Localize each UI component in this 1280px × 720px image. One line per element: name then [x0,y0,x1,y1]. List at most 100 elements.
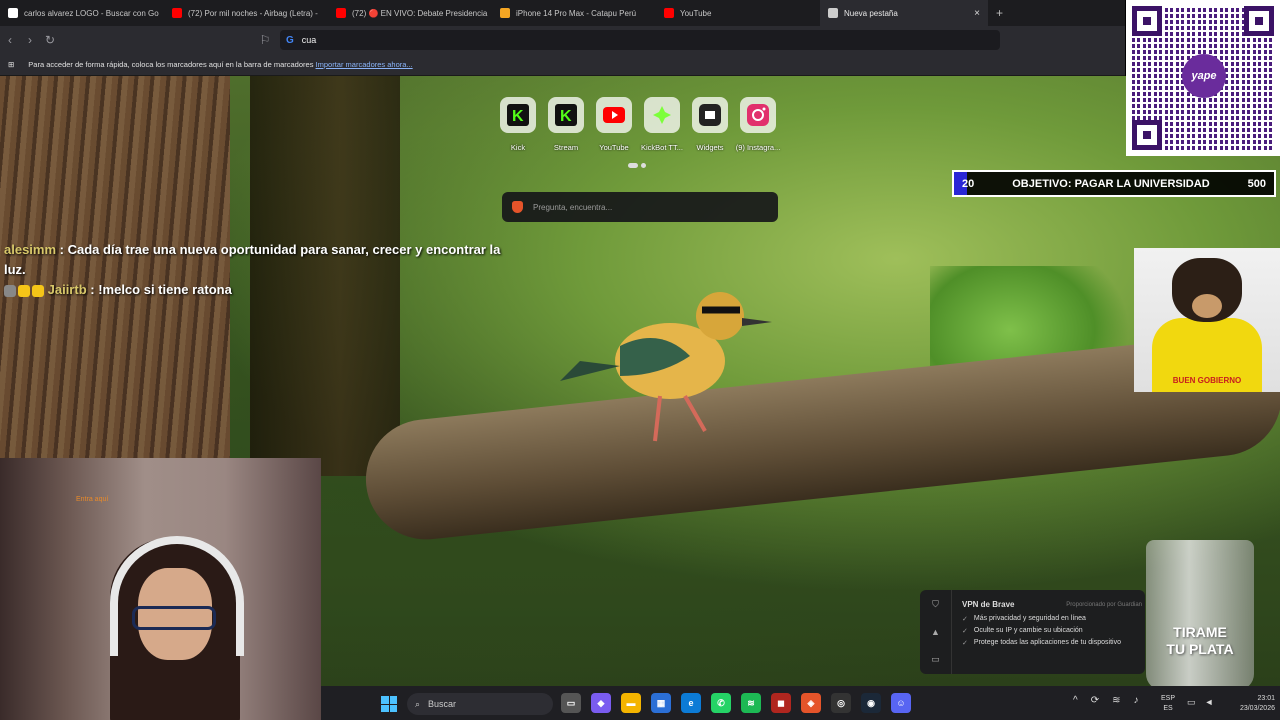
tab-title: YouTube [680,8,712,18]
shortcut-stream[interactable]: K Stream [546,97,586,152]
brave-taskbar-icon[interactable]: ◈ [801,693,821,713]
close-icon[interactable]: × [974,8,980,19]
sync-icon[interactable]: ⟳ [1091,695,1099,706]
youtube-icon [172,8,182,18]
vpn-feature: Más privacidad y seguridad en línea [962,615,1142,623]
tab-item[interactable]: YouTube [656,0,820,26]
steam-icon[interactable]: ◉ [861,693,881,713]
new-tab-button[interactable]: + [988,6,1011,20]
youtube-icon-tile [596,97,632,133]
import-bookmarks-link[interactable]: Importar marcadores ahora... [316,60,413,69]
windows-taskbar: ⌕ Buscar ▭ ◆ ▬ ▦ e ✆ ≋ ◼ ◈ ◎ ◉ ☺ ^ ⟳ ≋ ♪… [321,686,1280,720]
bookmarks-message: Para acceder de forma rápida, coloca los… [28,60,314,69]
back-icon[interactable]: ‹ [0,33,20,47]
monitor-icon: ▭ [1187,697,1196,707]
webcam-feed: Entra aquí [0,458,321,720]
youtube-icon [664,8,674,18]
address-bar[interactable]: G cua [280,30,1000,50]
language-indicator[interactable]: ESP ES [1161,694,1175,714]
bookmark-icon[interactable]: ⚐ [255,33,275,47]
instagram-icon-tile [740,97,776,133]
shortcut-label: KickBot TT... [641,143,683,152]
vpn-content: VPN de Brave Proporcionado por Guardian … [962,600,1142,651]
shield-icon [828,8,838,18]
yape-logo-icon: yape [1182,54,1226,98]
tab-title: carlos alvarez LOGO - Buscar con Go [24,8,159,18]
taskbar-search-label: Buscar [428,699,457,709]
file-explorer-icon[interactable]: ▬ [621,693,641,713]
microphone-icon[interactable]: ♪ [1133,695,1138,706]
clock[interactable]: 23:01 23/03/2026 [1225,694,1275,714]
taskbar-search[interactable]: ⌕ Buscar [407,693,553,715]
wallet-icon[interactable]: ▭ [931,654,940,665]
pager-dot[interactable] [641,163,646,168]
ask-placeholder: Pregunta, encuentra... [533,202,613,212]
pager-dot[interactable] [628,163,638,168]
chevron-up-icon[interactable]: ^ [1073,695,1078,706]
svg-text:K: K [512,108,524,125]
widgets-icon-tile [692,97,728,133]
chat-username: alesimm [4,242,57,257]
vpn-feature: Protege todas las aplicaciones de tu dis… [962,639,1142,647]
tab-item[interactable]: (72) 🔴 EN VIVO: Debate Presidencia [328,0,492,26]
chat-message: alesimm : Cada día trae una nueva oportu… [4,240,504,280]
dog-shirt-text: BUEN GOBIERNO [1172,376,1242,385]
obs-icon[interactable]: ◎ [831,693,851,713]
tab-title: (72) Por mil noches - Airbag (Letra) - [188,8,318,18]
qr-finder [1244,6,1274,36]
svg-text:K: K [560,108,572,125]
shortcut-kick[interactable]: K Kick [498,97,538,152]
forward-icon[interactable]: › [20,33,40,47]
spotify-icon[interactable]: ≋ [741,693,761,713]
dota-icon[interactable]: ◼ [771,693,791,713]
clock-time: 23:01 [1257,695,1275,702]
vpn-title: VPN de Brave [962,600,1015,609]
shortcut-widgets[interactable]: Widgets [690,97,730,152]
vpn-header: VPN de Brave Proporcionado por Guardian [962,600,1142,609]
tip-jar-text: TIRAME TU PLATA [1146,624,1254,658]
discord-icon[interactable]: ☺ [891,693,911,713]
shield-icon[interactable]: ⛉ [932,599,939,610]
donation-goal-bar: 20 OBJETIVO: PAGAR LA UNIVERSIDAD 500 [952,170,1276,197]
tab-item[interactable]: iPhone 14 Pro Max - Catapu Perú [492,0,656,26]
shortcut-label: Kick [510,143,526,152]
shortcut-youtube[interactable]: YouTube [594,97,634,152]
copilot-icon[interactable]: ◆ [591,693,611,713]
shortcut-pager[interactable] [628,163,646,168]
kick-icon: K [555,104,577,126]
stream-chat: alesimm : Cada día trae una nueva oportu… [4,240,504,300]
brave-icon [512,201,523,213]
shortcut-kickbot[interactable]: KickBot TT... [641,97,683,152]
tip-jar-line2: TU PLATA [1166,641,1234,657]
windows-start-icon[interactable] [381,696,397,712]
shortcut-instagram[interactable]: (9) Instagra... [736,97,780,152]
brave-vpn-popup[interactable]: ⛉ ▲ ▭ VPN de Brave Proporcionado por Gua… [920,590,1145,674]
warning-icon[interactable]: ▲ [931,627,940,637]
tab-title: iPhone 14 Pro Max - Catapu Perú [516,8,637,18]
webcam-tag: Entra aquí [76,496,109,503]
qr-pattern: yape [1132,6,1274,150]
tab-title: Nueva pestaña [844,8,898,18]
reload-icon[interactable]: ↻ [40,33,60,47]
address-input[interactable]: cua [302,35,317,45]
ask-search-box[interactable]: Pregunta, encuentra... [502,192,778,222]
goal-label: OBJETIVO: PAGAR LA UNIVERSIDAD [1012,177,1210,190]
network-icon[interactable]: ≋ [1112,695,1120,706]
quick-settings[interactable]: ▭ ◄ [1187,697,1213,708]
task-view-icon[interactable]: ▭ [561,693,581,713]
kickbot-icon-tile [644,97,680,133]
shortcuts: K Kick K Stream YouTube KickBot TT... Wi… [498,97,780,152]
whatsapp-icon[interactable]: ✆ [711,693,731,713]
tab-item-active[interactable]: Nueva pestaña × [820,0,988,26]
dog-meme-image: BUEN GOBIERNO [1134,248,1280,392]
store-icon[interactable]: ▦ [651,693,671,713]
wallpaper-bird [560,292,772,442]
kick-icon: K [507,104,529,126]
tab-item[interactable]: carlos alvarez LOGO - Buscar con Go [0,0,164,26]
tab-item[interactable]: (72) Por mil noches - Airbag (Letra) - [164,0,328,26]
apps-grid-icon[interactable]: ⊞ [8,60,14,69]
chat-badges [4,284,44,297]
edge-icon[interactable]: e [681,693,701,713]
vpn-sidebar: ⛉ ▲ ▭ [920,590,952,674]
goal-target: 500 [1247,177,1266,190]
